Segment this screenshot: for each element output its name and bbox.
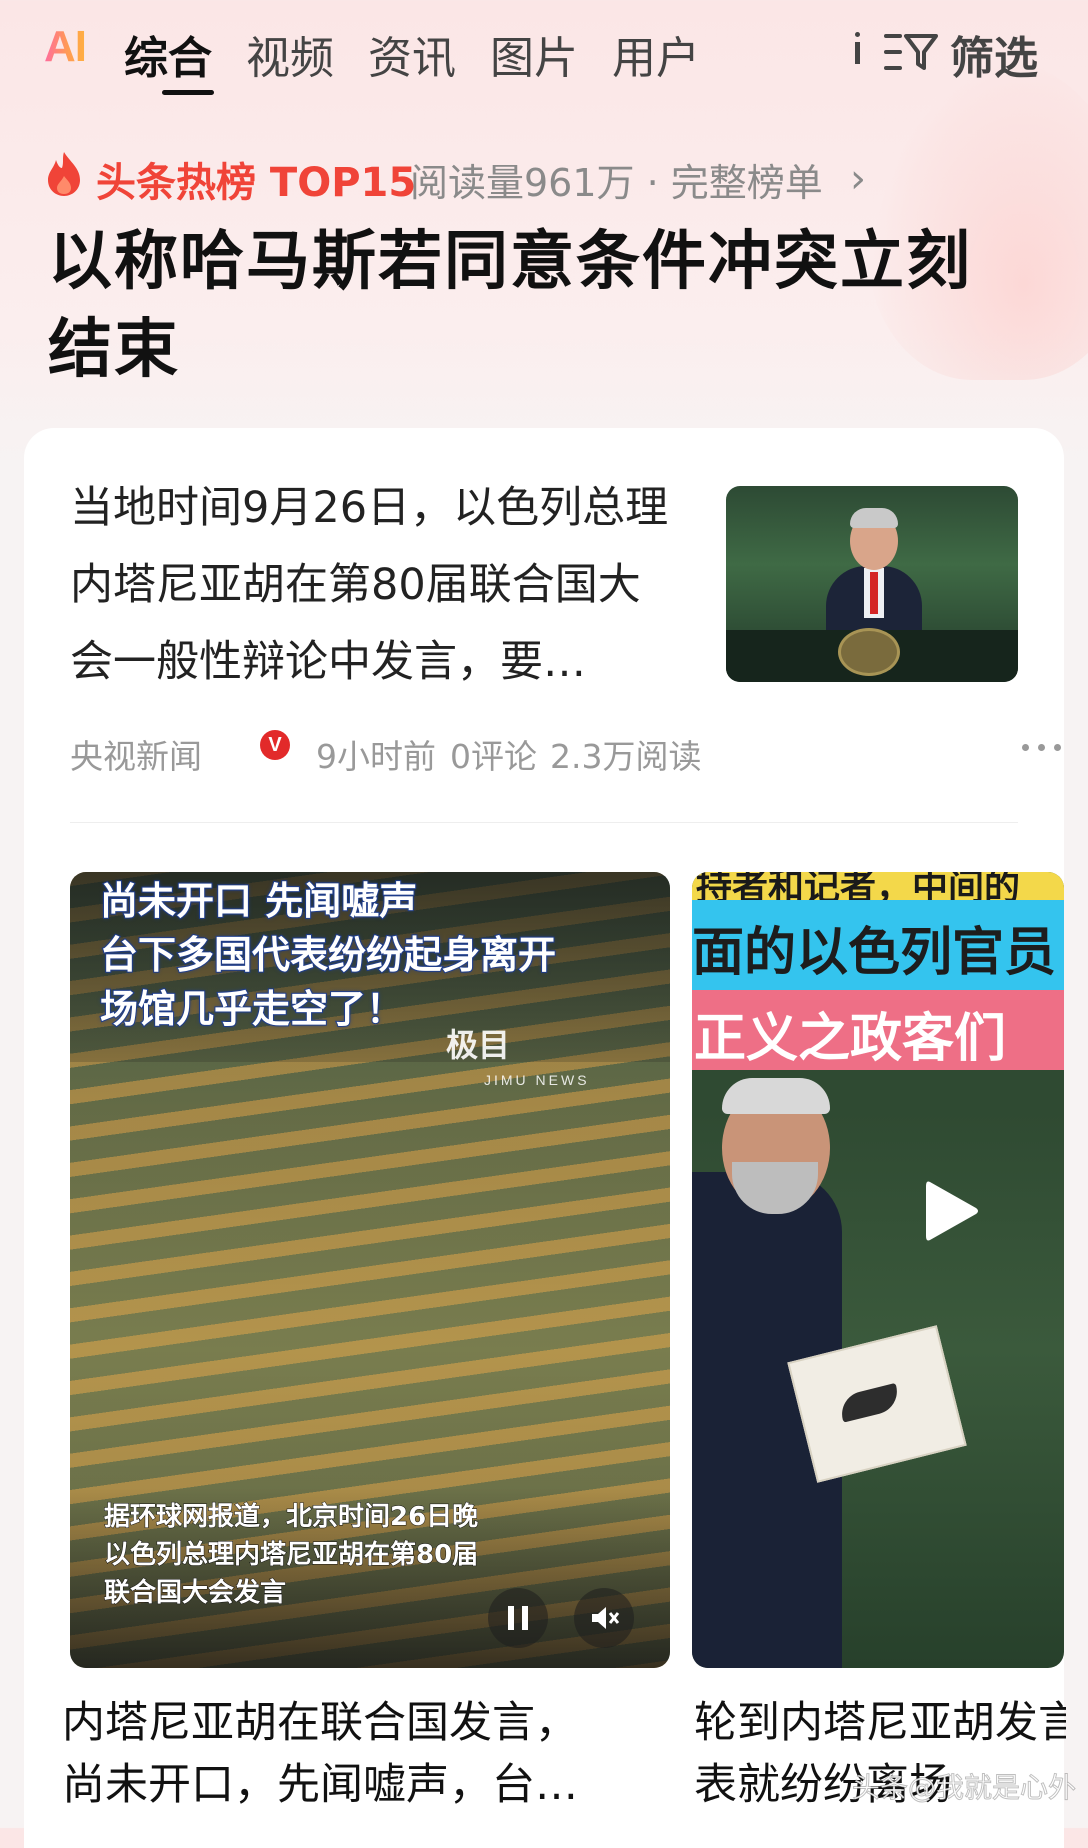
- video-1-overlay-line: 尚未开口 先闻嘘声: [99, 878, 418, 924]
- pause-icon[interactable]: [488, 1588, 548, 1648]
- speaker-tie-shape: [870, 572, 878, 614]
- search-tab-bar: AI 综合 视频 资讯 图片 用户 筛选: [0, 0, 1088, 100]
- more-options-icon[interactable]: [1022, 744, 1064, 754]
- article-reads: 2.3万阅读: [550, 737, 702, 776]
- tab-images[interactable]: 图片: [490, 22, 578, 86]
- video-1-caption-line: 以色列总理内塔尼亚胡在第80届: [104, 1540, 479, 1571]
- video-1-overlay-line: 台下多国代表纷纷起身离开: [99, 932, 557, 978]
- video-1-caption: 据环球网报道，北京时间26日晚 以色列总理内塔尼亚胡在第80届 联合国大会发言: [104, 1498, 624, 1612]
- article-time: 9小时前: [316, 737, 436, 776]
- tab-news[interactable]: 资讯: [368, 22, 456, 86]
- video-tile-1[interactable]: 尚未开口 先闻嘘声 台下多国代表纷纷起身离开 场馆几乎走空了！ 极目 JIMU …: [70, 872, 670, 1668]
- jimu-watermark: 极目: [445, 1026, 510, 1064]
- video-2-pink-text: 正义之政客们: [694, 1009, 1007, 1069]
- video-1-overlay-line: 场馆几乎走空了！: [99, 986, 405, 1032]
- filter-label: 筛选: [950, 33, 1038, 84]
- divider: [70, 822, 1018, 823]
- video-1-title[interactable]: 内塔尼亚胡在联合国发言， 尚未开口，先闻嘘声，台…: [62, 1692, 662, 1816]
- video-tile-2[interactable]: 持者和记者，中间的 面的以色列官员 正义之政客们: [692, 872, 1064, 1668]
- video-2-yellow-banner: 持者和记者，中间的: [692, 872, 1064, 908]
- result-card: 当地时间9月26日，以色列总理内塔尼亚胡在第80届联合国大会一般性辩论中发言，要…: [24, 428, 1077, 1848]
- video-1-title-line: 内塔尼亚胡在联合国发言，: [62, 1698, 578, 1748]
- hot-list-header[interactable]: 头条热榜 TOP15 阅读量961万 · 完整榜单 ›: [44, 150, 1044, 206]
- un-emblem-shape: [838, 628, 900, 676]
- article-comments: 0评论: [450, 737, 537, 776]
- video-1-title-line: 尚未开口，先闻嘘声，台…: [62, 1760, 578, 1810]
- flame-icon: [48, 152, 80, 196]
- speaker-hair-shape: [722, 1078, 830, 1114]
- map-mark-shape: [837, 1382, 902, 1423]
- video-1-caption-line: 据环球网报道，北京时间26日晚: [104, 1502, 479, 1533]
- speaker-hair-shape: [850, 508, 898, 528]
- article-thumbnail[interactable]: [726, 486, 1018, 682]
- article-meta: 央视新闻 V 9小时前 0评论 2.3万阅读: [70, 730, 1061, 776]
- tab-ai[interactable]: AI: [44, 22, 87, 72]
- video-2-title-line: 轮到内塔尼亚胡发言: [694, 1698, 1066, 1748]
- video-2-cyan-text: 面的以色列官员: [692, 923, 1057, 983]
- hot-list-meta[interactable]: 阅读量961万 · 完整榜单: [410, 152, 823, 207]
- video-2-pink-banner: 正义之政客们: [692, 990, 1064, 1070]
- tab-video[interactable]: 视频: [246, 22, 334, 86]
- active-tab-indicator: [162, 90, 214, 95]
- jimu-watermark-sub: JIMU NEWS: [484, 1072, 590, 1088]
- play-icon[interactable]: [922, 1176, 982, 1246]
- article-summary[interactable]: 当地时间9月26日，以色列总理内塔尼亚胡在第80届联合国大会一般性辩论中发言，要…: [70, 470, 670, 701]
- hot-headline[interactable]: 以称哈马斯若同意条件冲突立刻结束: [48, 218, 1028, 394]
- tab-overflow-icon[interactable]: [852, 26, 862, 66]
- filter-icon: [884, 34, 938, 70]
- article-source[interactable]: 央视新闻: [70, 730, 202, 778]
- chevron-right-icon[interactable]: ›: [850, 156, 866, 202]
- video-1-overlay-text: 尚未开口 先闻嘘声 台下多国代表纷纷起身离开 场馆几乎走空了！: [99, 874, 660, 1036]
- video-2-cyan-banner: 面的以色列官员: [692, 900, 1064, 990]
- mute-icon[interactable]: [574, 1588, 634, 1648]
- verified-badge-icon: V: [260, 730, 290, 760]
- tab-comprehensive[interactable]: 综合: [124, 22, 212, 86]
- source-watermark: 头条@我就是心外: [851, 1771, 1077, 1805]
- hot-list-title: 头条热榜 TOP15: [96, 160, 417, 206]
- tab-users[interactable]: 用户: [612, 22, 700, 86]
